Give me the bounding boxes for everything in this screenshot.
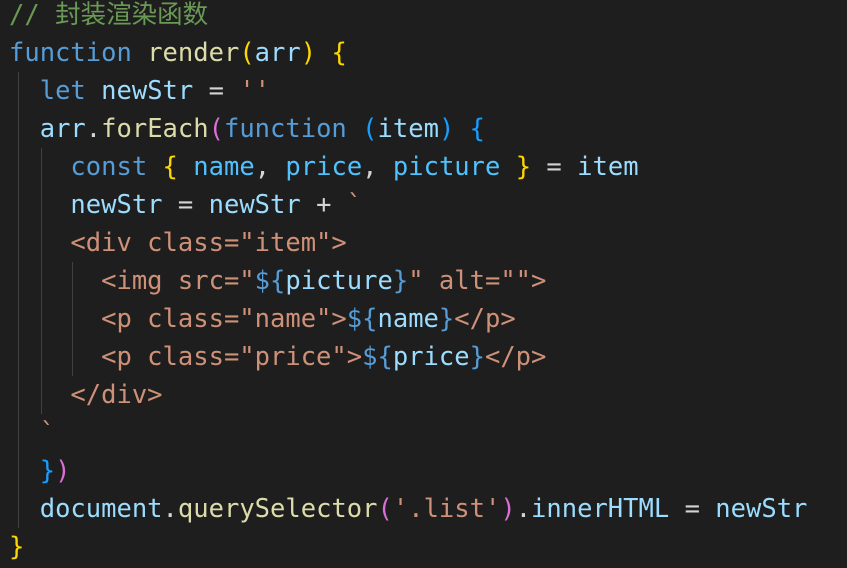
var-newstr: newStr [70, 190, 163, 220]
param-arr: arr [254, 38, 301, 68]
comment-prefix: // [9, 0, 56, 30]
paren-close: ) [55, 456, 71, 486]
const-price: price [285, 152, 363, 182]
dot: . [515, 494, 532, 524]
param-item: item [377, 114, 439, 144]
code-line-9: <p class="name">${name}</p> [9, 300, 516, 338]
template-string: <p class="name"> [101, 304, 347, 334]
template-tick-close: ` [39, 418, 56, 448]
method-foreach: forEach [101, 114, 209, 144]
paren-open: ( [362, 114, 378, 144]
paren-close: ) [500, 494, 516, 524]
template-string: <img src=" [101, 266, 255, 296]
var-arr: arr [39, 114, 86, 144]
code-line-2: function render(arr) { [9, 34, 347, 72]
code-line-14: document.querySelector('.list').innerHTM… [9, 490, 808, 528]
keyword-function: function [223, 114, 347, 144]
function-name: render [147, 38, 240, 68]
template-string: <p class="price"> [101, 342, 363, 372]
interpolation-open: ${ [254, 266, 286, 296]
code-line-10: <p class="price">${price}</p> [9, 338, 546, 376]
var-document: document [39, 494, 163, 524]
const-name: name [193, 152, 255, 182]
interpolation-open: ${ [346, 304, 378, 334]
var-newstr: newStr [101, 76, 194, 106]
dot: . [162, 494, 178, 524]
keyword-const: const [70, 152, 148, 182]
paren-close: ) [438, 114, 455, 144]
paren-close: ) [300, 38, 317, 68]
operator-plus: + [300, 190, 347, 220]
template-string: </p> [484, 342, 547, 372]
const-picture: picture [392, 152, 501, 182]
operator-assign: = [531, 152, 578, 182]
operator-assign: = [193, 76, 240, 106]
template-string: <div class="item"> [70, 228, 347, 258]
string-selector: '.list' [392, 494, 501, 524]
code-line-3: let newStr = '' [9, 72, 270, 110]
code-line-8: <img src="${picture}" alt=""> [9, 262, 546, 300]
code-line-13: }) [9, 452, 71, 490]
interpolation-open: ${ [362, 342, 393, 372]
brace-close: } [515, 152, 532, 182]
var-picture: picture [285, 266, 393, 296]
interpolation-close: } [469, 342, 485, 372]
code-line-12: ` [9, 414, 55, 452]
code-editor[interactable]: // 封装渲染函数 function render(arr) { let new… [0, 0, 847, 568]
interpolation-close: } [392, 266, 409, 296]
prop-innerhtml: innerHTML [531, 494, 670, 524]
var-name: name [377, 304, 439, 334]
var-item: item [577, 152, 639, 182]
template-tick-open: ` [346, 190, 363, 220]
dot: . [85, 114, 102, 144]
keyword-function: function [9, 38, 132, 68]
keyword-let: let [39, 76, 86, 106]
brace-open: { [469, 114, 486, 144]
string-empty: '' [239, 76, 271, 106]
code-line-4: arr.forEach(function (item) { [9, 110, 485, 148]
code-line-7: <div class="item"> [9, 224, 347, 262]
var-newstr: newStr [208, 190, 301, 220]
var-price: price [392, 342, 470, 372]
comma: , [362, 152, 393, 182]
template-string: </p> [454, 304, 516, 334]
paren-open: ( [208, 114, 224, 144]
var-newstr: newStr [715, 494, 808, 524]
operator-assign: = [162, 190, 209, 220]
paren-open: ( [377, 494, 393, 524]
interpolation-close: } [438, 304, 455, 334]
paren-open: ( [239, 38, 255, 68]
template-string: </div> [70, 380, 163, 410]
brace-close: } [9, 532, 25, 562]
comment-text: 封装渲染函数 [55, 0, 209, 30]
brace-open: { [331, 38, 347, 68]
brace-open: { [162, 152, 178, 182]
method-queryselector: querySelector [177, 494, 378, 524]
code-line-5: const { name, price, picture } = item [9, 148, 639, 186]
code-line-6: newStr = newStr + ` [9, 186, 362, 224]
code-line-11: </div> [9, 376, 163, 414]
operator-assign: = [669, 494, 716, 524]
code-line-15: } [9, 528, 24, 566]
comma: , [254, 152, 286, 182]
brace-close: } [39, 456, 56, 486]
code-line-1: // 封装渲染函数 [9, 0, 208, 34]
template-string: " alt=""> [408, 266, 547, 296]
